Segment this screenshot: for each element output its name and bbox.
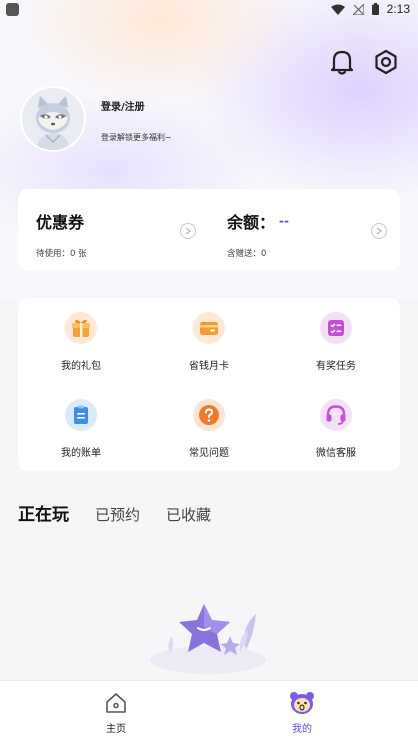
coupon-chevron-button[interactable] bbox=[180, 223, 196, 239]
status-bar: 2:13 bbox=[0, 0, 418, 18]
raccoon-avatar-icon bbox=[22, 88, 84, 150]
grid-item-my-bills[interactable]: 我的账单 bbox=[31, 399, 131, 459]
nav-item-mine[interactable]: 我的 bbox=[272, 691, 332, 735]
gift-icon bbox=[65, 312, 97, 344]
grid-label-my-bills: 我的账单 bbox=[61, 448, 101, 459]
feature-grid: 我的礼包 省钱月卡 有奖任务 我的账单 常见问题 微信客服 bbox=[18, 298, 400, 471]
balance-gift-text: 含赠送：0 bbox=[227, 249, 267, 259]
bill-icon bbox=[65, 399, 97, 431]
grid-label-gift-pack: 我的礼包 bbox=[61, 361, 101, 372]
headset-icon bbox=[320, 399, 352, 431]
home-icon bbox=[106, 693, 126, 713]
login-hint-text: 登录解锁更多福利~ bbox=[101, 133, 172, 142]
bear-icon bbox=[290, 692, 314, 714]
grid-item-wechat-service[interactable]: 微信客服 bbox=[286, 399, 386, 459]
wifi-icon bbox=[330, 4, 345, 15]
tab-playing[interactable]: 正在玩 bbox=[18, 500, 69, 525]
app-notification-icon bbox=[6, 2, 19, 16]
task-icon bbox=[320, 312, 352, 344]
coupon-section[interactable]: 优惠券 待使用：0 张 bbox=[36, 209, 87, 259]
grid-item-gift-pack[interactable]: 我的礼包 bbox=[31, 312, 131, 372]
game-tabs: 正在玩 已预约 已收藏 bbox=[18, 500, 237, 525]
notification-bell-button[interactable] bbox=[328, 48, 356, 76]
empty-state-illustration bbox=[142, 598, 272, 674]
nav-item-home[interactable]: 主页 bbox=[86, 691, 146, 735]
status-time: 2:13 bbox=[386, 2, 410, 16]
nav-label-home: 主页 bbox=[106, 724, 126, 735]
grid-item-reward-tasks[interactable]: 有奖任务 bbox=[286, 312, 386, 372]
grid-item-monthly-card[interactable]: 省钱月卡 bbox=[159, 312, 259, 372]
settings-button[interactable] bbox=[372, 48, 400, 76]
coupon-count: 待使用：0 张 bbox=[36, 249, 87, 259]
chevron-right-icon bbox=[376, 227, 382, 235]
balance-value: -- bbox=[279, 214, 289, 228]
signal-off-icon bbox=[352, 3, 364, 15]
grid-label-monthly-card: 省钱月卡 bbox=[189, 361, 229, 372]
wallet-card: 优惠券 待使用：0 张 余额： -- 含赠送：0 bbox=[18, 189, 400, 271]
balance-chevron-button[interactable] bbox=[371, 223, 387, 239]
coupon-title: 优惠券 bbox=[36, 213, 85, 232]
card-icon bbox=[193, 312, 225, 344]
grid-label-wechat-service: 微信客服 bbox=[316, 448, 356, 459]
grid-label-faq: 常见问题 bbox=[189, 448, 229, 459]
question-icon bbox=[193, 399, 225, 431]
settings-icon bbox=[375, 49, 397, 75]
avatar[interactable] bbox=[20, 86, 86, 152]
star-illustration-icon bbox=[150, 604, 266, 674]
grid-label-reward-tasks: 有奖任务 bbox=[316, 361, 356, 372]
balance-section[interactable]: 余额： -- 含赠送：0 bbox=[227, 209, 289, 259]
tab-favorites[interactable]: 已收藏 bbox=[166, 504, 211, 525]
battery-icon bbox=[371, 3, 379, 15]
tab-reserved[interactable]: 已预约 bbox=[95, 504, 140, 525]
chevron-right-icon bbox=[185, 227, 191, 235]
nav-label-mine: 我的 bbox=[292, 724, 312, 735]
balance-title: 余额： bbox=[227, 213, 276, 232]
login-register-link[interactable]: 登录/注册 bbox=[101, 98, 145, 113]
bell-icon bbox=[330, 50, 354, 75]
bottom-navigation: 主页 我的 bbox=[0, 680, 418, 744]
grid-item-faq[interactable]: 常见问题 bbox=[159, 399, 259, 459]
